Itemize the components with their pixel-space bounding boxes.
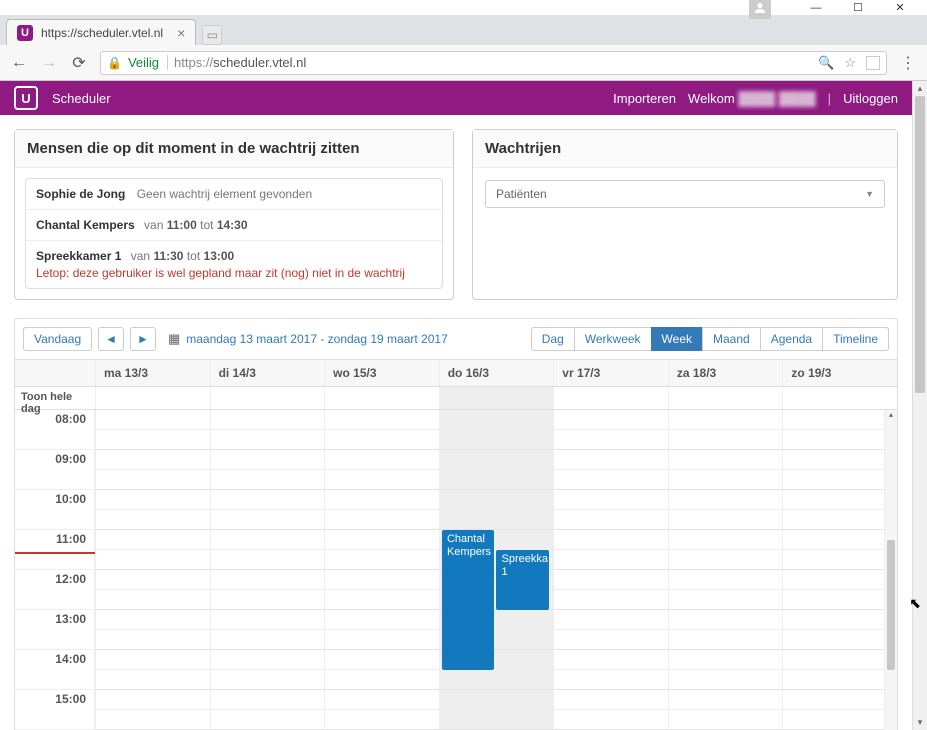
zoom-icon[interactable]: 🔍 (818, 55, 834, 71)
waiting-list: Sophie de Jong Geen wachtrij element gev… (25, 178, 443, 289)
day-header[interactable]: di 14/3 (210, 360, 325, 386)
time-column: 08:00 09:00 10:00 11:00 12:00 13:00 14:0… (15, 410, 95, 730)
date-range-picker[interactable]: ▦ maandag 13 maart 2017 - zondag 19 maar… (168, 331, 448, 347)
window-minimize-button[interactable]: — (809, 1, 823, 15)
welcome-label: Welkom ████ ████ (688, 91, 816, 106)
window-scrollbar[interactable]: ▴ ▾ (912, 81, 927, 730)
waiting-row: Sophie de Jong Geen wachtrij element gev… (26, 179, 442, 210)
day-header[interactable]: ma 13/3 (95, 360, 210, 386)
day-column[interactable] (668, 410, 783, 730)
lock-icon: 🔒 (107, 56, 122, 70)
reload-button[interactable]: ⟳ (70, 53, 88, 73)
extension-icon[interactable] (866, 56, 880, 70)
back-button[interactable]: ← (10, 54, 28, 72)
day-column[interactable] (782, 410, 897, 730)
view-day[interactable]: Dag (531, 327, 575, 351)
url-text: https://scheduler.vtel.nl (174, 55, 306, 70)
date-range-label: maandag 13 maart 2017 - zondag 19 maart … (186, 332, 448, 346)
window-maximize-button[interactable]: ☐ (851, 1, 865, 15)
browser-toolbar: ← → ⟳ 🔒 Veilig https://scheduler.vtel.nl… (0, 45, 927, 81)
calendar-icon: ▦ (168, 331, 180, 347)
bookmark-icon[interactable]: ☆ (844, 55, 856, 71)
day-column[interactable] (210, 410, 325, 730)
day-column[interactable] (324, 410, 439, 730)
waiting-panel: Mensen die op dit moment in de wachtrij … (14, 129, 454, 300)
day-column[interactable]: Chantal KempersSpreekka 1 (439, 410, 554, 730)
favicon-icon: U (17, 25, 33, 41)
day-header[interactable]: za 18/3 (668, 360, 783, 386)
os-titlebar: — ☐ ✕ (0, 0, 927, 15)
day-column[interactable] (95, 410, 210, 730)
tab-title: https://scheduler.vtel.nl (41, 26, 163, 40)
scrollbar-thumb[interactable] (887, 540, 895, 670)
address-bar[interactable]: 🔒 Veilig https://scheduler.vtel.nl 🔍 ☆ (100, 51, 887, 75)
calendar-body: 08:00 09:00 10:00 11:00 12:00 13:00 14:0… (15, 410, 897, 730)
all-day-row: Toon hele dag (15, 387, 897, 410)
scroll-up-icon[interactable]: ▴ (885, 410, 897, 419)
app-logo-icon: U (14, 86, 38, 110)
app-title[interactable]: Scheduler (52, 91, 111, 106)
scroll-down-icon[interactable]: ▾ (913, 715, 927, 730)
day-header[interactable]: vr 17/3 (553, 360, 668, 386)
calendar-day-headers: ma 13/3 di 14/3 wo 15/3 do 16/3 vr 17/3 … (15, 360, 897, 387)
view-week[interactable]: Week (651, 327, 703, 351)
view-switcher: Dag Werkweek Week Maand Agenda Timeline (532, 327, 889, 351)
calendar-scrollbar[interactable]: ▴ ▾ (884, 410, 897, 730)
browser-tab[interactable]: U https://scheduler.vtel.nl × (6, 19, 196, 45)
waiting-warning: Letop: deze gebruiker is wel gepland maa… (36, 266, 432, 280)
day-column[interactable] (553, 410, 668, 730)
scrollbar-thumb[interactable] (915, 96, 925, 393)
import-link[interactable]: Importeren (613, 91, 676, 106)
prev-button[interactable]: ◄ (98, 327, 124, 351)
forward-button[interactable]: → (40, 54, 58, 72)
username: ████ ████ (738, 91, 815, 106)
view-month[interactable]: Maand (702, 327, 761, 351)
queue-selected: Patiënten (496, 187, 547, 201)
chevron-down-icon: ▼ (865, 189, 874, 199)
day-header[interactable]: zo 19/3 (782, 360, 897, 386)
scroll-up-icon[interactable]: ▴ (913, 81, 927, 96)
calendar-event[interactable]: Chantal Kempers (442, 530, 494, 670)
calendar-event[interactable]: Spreekka 1 (496, 550, 548, 610)
page-content: U Scheduler Importeren Welkom ████ ████ … (0, 81, 912, 730)
queues-panel-title: Wachtrijen (473, 130, 897, 168)
calendar-toolbar: Vandaag ◄ ► ▦ maandag 13 maart 2017 - zo… (15, 319, 897, 360)
day-header[interactable]: wo 15/3 (324, 360, 439, 386)
browser-tabstrip: U https://scheduler.vtel.nl × ▭ (0, 15, 927, 45)
secure-label: Veilig (128, 55, 168, 70)
now-indicator (15, 552, 95, 554)
browser-menu-button[interactable]: ⋮ (899, 53, 917, 73)
window-close-button[interactable]: ✕ (893, 1, 907, 15)
view-timeline[interactable]: Timeline (822, 327, 889, 351)
view-workweek[interactable]: Werkweek (574, 327, 652, 351)
waiting-row: Chantal Kempers van 11:00 tot 14:30 (26, 210, 442, 241)
os-user-icon (749, 0, 771, 19)
waiting-panel-title: Mensen die op dit moment in de wachtrij … (15, 130, 453, 168)
logout-link[interactable]: Uitloggen (843, 91, 898, 106)
queues-panel: Wachtrijen Patiënten ▼ (472, 129, 898, 300)
all-day-label[interactable]: Toon hele dag (15, 387, 95, 409)
new-tab-button[interactable]: ▭ (202, 25, 222, 45)
view-agenda[interactable]: Agenda (760, 327, 823, 351)
day-header[interactable]: do 16/3 (439, 360, 554, 386)
app-header: U Scheduler Importeren Welkom ████ ████ … (0, 81, 912, 115)
calendar: Vandaag ◄ ► ▦ maandag 13 maart 2017 - zo… (14, 318, 898, 730)
queue-select[interactable]: Patiënten ▼ (485, 180, 885, 208)
today-button[interactable]: Vandaag (23, 327, 92, 351)
waiting-row: Spreekkamer 1 van 11:30 tot 13:00 Letop:… (26, 241, 442, 288)
tab-close-button[interactable]: × (177, 25, 185, 41)
next-button[interactable]: ► (130, 327, 156, 351)
